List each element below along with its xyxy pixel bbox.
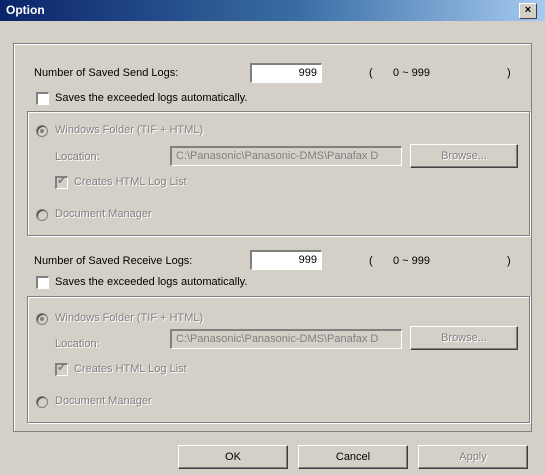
send-windows-folder-label: Windows Folder (TIF + HTML): [55, 124, 204, 136]
send-location-input[interactable]: C:\Panasonic\Panasonic-DMS\Panafax D: [170, 146, 402, 166]
check-icon: ✔: [57, 175, 67, 187]
apply-button[interactable]: Apply: [418, 445, 528, 469]
close-icon: ×: [524, 4, 532, 16]
send-count-input[interactable]: 999: [250, 63, 322, 83]
receive-count-label: Number of Saved Receive Logs:: [34, 255, 193, 267]
send-range: 0 ~ 999: [393, 67, 431, 79]
close-button[interactable]: ×: [519, 3, 537, 19]
send-doc-manager-label: Document Manager: [55, 208, 152, 220]
receive-range-open: (: [369, 255, 373, 267]
ok-button[interactable]: OK: [178, 445, 288, 469]
send-count-label: Number of Saved Send Logs:: [34, 67, 179, 79]
receive-windows-folder-radio[interactable]: [36, 313, 48, 325]
receive-doc-manager-label: Document Manager: [55, 395, 152, 407]
send-doc-manager-radio[interactable]: [36, 209, 48, 221]
send-browse-button[interactable]: Browse...: [410, 144, 518, 168]
receive-auto-save-label: Saves the exceeded logs automatically.: [55, 276, 248, 288]
receive-auto-save-checkbox[interactable]: [36, 276, 49, 289]
receive-doc-manager-radio[interactable]: [36, 396, 48, 408]
send-html-log-label: Creates HTML Log List: [74, 176, 187, 188]
receive-range-close: ): [507, 255, 511, 267]
send-auto-save-label: Saves the exceeded logs automatically.: [55, 92, 248, 104]
send-range-close: ): [507, 67, 511, 79]
receive-browse-button[interactable]: Browse...: [410, 326, 518, 350]
send-windows-folder-radio[interactable]: [36, 125, 48, 137]
receive-location-label: Location:: [55, 338, 100, 350]
receive-windows-folder-label: Windows Folder (TIF + HTML): [55, 312, 204, 324]
receive-html-log-label: Creates HTML Log List: [74, 363, 187, 375]
send-html-log-checkbox[interactable]: ✔: [55, 175, 68, 189]
receive-location-input[interactable]: C:\Panasonic\Panasonic-DMS\Panafax D: [170, 329, 402, 349]
check-icon: ✔: [57, 362, 67, 374]
send-range-open: (: [369, 67, 373, 79]
send-location-label: Location:: [55, 151, 100, 163]
receive-html-log-checkbox[interactable]: ✔: [55, 362, 68, 376]
receive-range: 0 ~ 999: [393, 255, 431, 267]
receive-count-input[interactable]: 999: [250, 250, 322, 270]
cancel-button[interactable]: Cancel: [298, 445, 408, 469]
title-bar: [0, 0, 545, 21]
send-auto-save-checkbox[interactable]: [36, 92, 49, 105]
window-title: Option: [6, 3, 45, 17]
